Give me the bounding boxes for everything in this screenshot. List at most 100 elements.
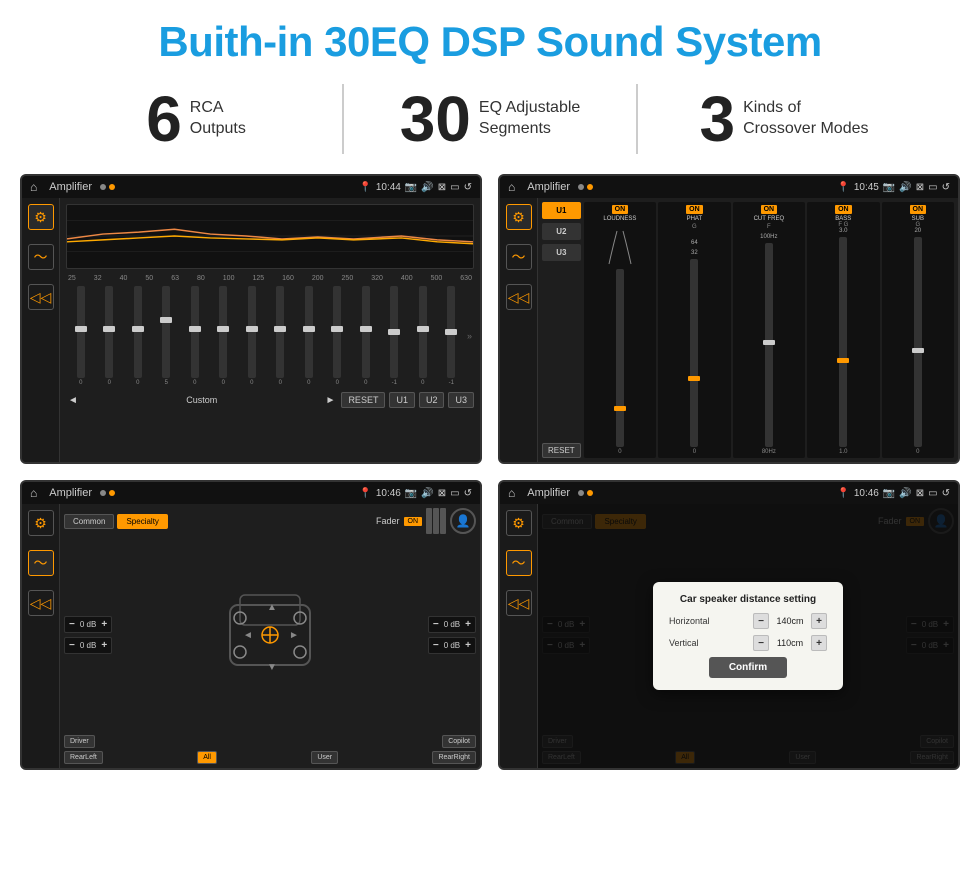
all-btn[interactable]: All: [197, 751, 217, 764]
cutfreq-f: F: [767, 224, 771, 230]
eq-slider-2[interactable]: 0: [125, 286, 151, 386]
preset-u1[interactable]: U1: [542, 202, 581, 219]
home-icon-4[interactable]: ⌂: [508, 486, 515, 500]
vol-plus-rl[interactable]: +: [101, 640, 107, 651]
stat-divider-1: [342, 84, 344, 154]
home-icon-3[interactable]: ⌂: [30, 486, 37, 500]
wave-icon-3[interactable]: 〜: [28, 550, 54, 576]
u3-btn[interactable]: U3: [448, 392, 474, 408]
preset-u2[interactable]: U2: [542, 223, 581, 240]
loudness-slider[interactable]: [616, 269, 624, 447]
bass-on[interactable]: ON: [835, 205, 852, 214]
eq-slider-13[interactable]: -1: [439, 286, 465, 386]
vol-minus-fl[interactable]: −: [69, 619, 75, 630]
eq-slider-1[interactable]: 0: [97, 286, 123, 386]
specialty-tab[interactable]: Specialty: [117, 514, 167, 529]
vol-plus-fl[interactable]: +: [101, 619, 107, 630]
vol-icon[interactable]: ◁◁: [28, 284, 54, 310]
u1-btn[interactable]: U1: [389, 392, 415, 408]
speaker-settings-icon[interactable]: 👤: [450, 508, 476, 534]
stat-number-eq: 30: [400, 87, 471, 151]
user-btn[interactable]: User: [311, 751, 338, 764]
vol-minus-rl[interactable]: −: [69, 640, 75, 651]
home-icon[interactable]: ⌂: [30, 180, 37, 194]
preset-u3[interactable]: U3: [542, 244, 581, 261]
svg-text:►: ►: [289, 630, 299, 641]
vol-plus-rr[interactable]: +: [465, 640, 471, 651]
eq-slider-12[interactable]: 0: [410, 286, 436, 386]
sub-slider[interactable]: [914, 237, 922, 447]
eq-slider-10[interactable]: 0: [353, 286, 379, 386]
confirm-button[interactable]: Confirm: [709, 657, 787, 678]
fader-track-3[interactable]: [440, 508, 446, 534]
rearleft-btn[interactable]: RearLeft: [64, 751, 103, 764]
horizontal-minus[interactable]: −: [753, 613, 769, 629]
copilot-btn[interactable]: Copilot: [442, 735, 476, 748]
vol-plus-fr[interactable]: +: [465, 619, 471, 630]
eq-slider-11[interactable]: -1: [382, 286, 408, 386]
eq-slider-7[interactable]: 0: [268, 286, 294, 386]
eq-slider-0[interactable]: 0: [68, 286, 94, 386]
bass-slider[interactable]: [839, 237, 847, 447]
phat-label: PHAT: [687, 216, 703, 222]
status-right-3: 📍 10:46 📷 🔊 ⊠ ▭ ↺: [359, 488, 472, 499]
eq-slider-6[interactable]: 0: [239, 286, 265, 386]
crossover-reset[interactable]: RESET: [542, 443, 581, 458]
eq-icon-4[interactable]: ⚙: [506, 510, 532, 536]
rearright-btn[interactable]: RearRight: [432, 751, 476, 764]
loudness-on[interactable]: ON: [612, 205, 629, 214]
back-icon-3[interactable]: ↺: [464, 488, 472, 499]
reset-btn[interactable]: RESET: [341, 392, 385, 408]
phat-slider[interactable]: [690, 259, 698, 447]
wave-icon[interactable]: 〜: [28, 244, 54, 270]
common-tab[interactable]: Common: [64, 514, 114, 529]
dot-8: [587, 490, 593, 496]
camera-icon-4: 📷: [883, 488, 895, 499]
u2-btn[interactable]: U2: [419, 392, 445, 408]
vol-icon-2[interactable]: ◁◁: [506, 284, 532, 310]
eq-time: 10:44: [376, 182, 401, 193]
vol-icon-4[interactable]: ◁◁: [506, 590, 532, 616]
back-icon-2[interactable]: ↺: [942, 182, 950, 193]
volume-icon: 🔊: [421, 182, 433, 193]
vol-minus-rr[interactable]: −: [433, 640, 439, 651]
eq-main-area: 253240 506380 100125160 200250320 400500…: [60, 198, 480, 462]
loudness-shape2: [621, 226, 633, 266]
preset-buttons: U1 U2 U3 RESET: [542, 202, 581, 458]
cutfreq-on[interactable]: ON: [761, 205, 778, 214]
cutfreq-slider[interactable]: [765, 243, 773, 447]
fader-track-1[interactable]: [426, 508, 432, 534]
vertical-row: Vertical − 110cm +: [669, 635, 827, 651]
next-arrow[interactable]: ►: [324, 393, 338, 408]
prev-arrow[interactable]: ◄: [66, 393, 80, 408]
eq-slider-3[interactable]: 5: [154, 286, 180, 386]
back-icon[interactable]: ↺: [464, 182, 472, 193]
wave-icon-2[interactable]: 〜: [506, 244, 532, 270]
eq-icon-2[interactable]: ⚙: [506, 204, 532, 230]
phat-on[interactable]: ON: [686, 205, 703, 214]
fader-on-badge[interactable]: ON: [404, 517, 423, 526]
driver-btn[interactable]: Driver: [64, 735, 95, 748]
sub-val: 0: [916, 449, 919, 455]
home-icon-2[interactable]: ⌂: [508, 180, 515, 194]
stat-number-rca: 6: [146, 87, 182, 151]
vol-val-fl: 0 dB: [77, 620, 99, 629]
eq-slider-4[interactable]: 0: [182, 286, 208, 386]
vertical-minus[interactable]: −: [753, 635, 769, 651]
fader-track-2[interactable]: [433, 508, 439, 534]
vol-ctrl-fl: − 0 dB +: [64, 616, 112, 633]
vol-icon-3[interactable]: ◁◁: [28, 590, 54, 616]
horizontal-plus[interactable]: +: [811, 613, 827, 629]
back-icon-4[interactable]: ↺: [942, 488, 950, 499]
vertical-plus[interactable]: +: [811, 635, 827, 651]
wave-icon-4[interactable]: 〜: [506, 550, 532, 576]
eq-slider-9[interactable]: 0: [325, 286, 351, 386]
vol-minus-fr[interactable]: −: [433, 619, 439, 630]
eq-sidebar: ⚙ 〜 ◁◁: [22, 198, 60, 462]
eq-slider-5[interactable]: 0: [211, 286, 237, 386]
eq-icon[interactable]: ⚙: [28, 204, 54, 230]
eq-screen-title: Amplifier: [49, 181, 92, 193]
sub-on[interactable]: ON: [910, 205, 927, 214]
eq-slider-8[interactable]: 0: [296, 286, 322, 386]
eq-icon-3[interactable]: ⚙: [28, 510, 54, 536]
